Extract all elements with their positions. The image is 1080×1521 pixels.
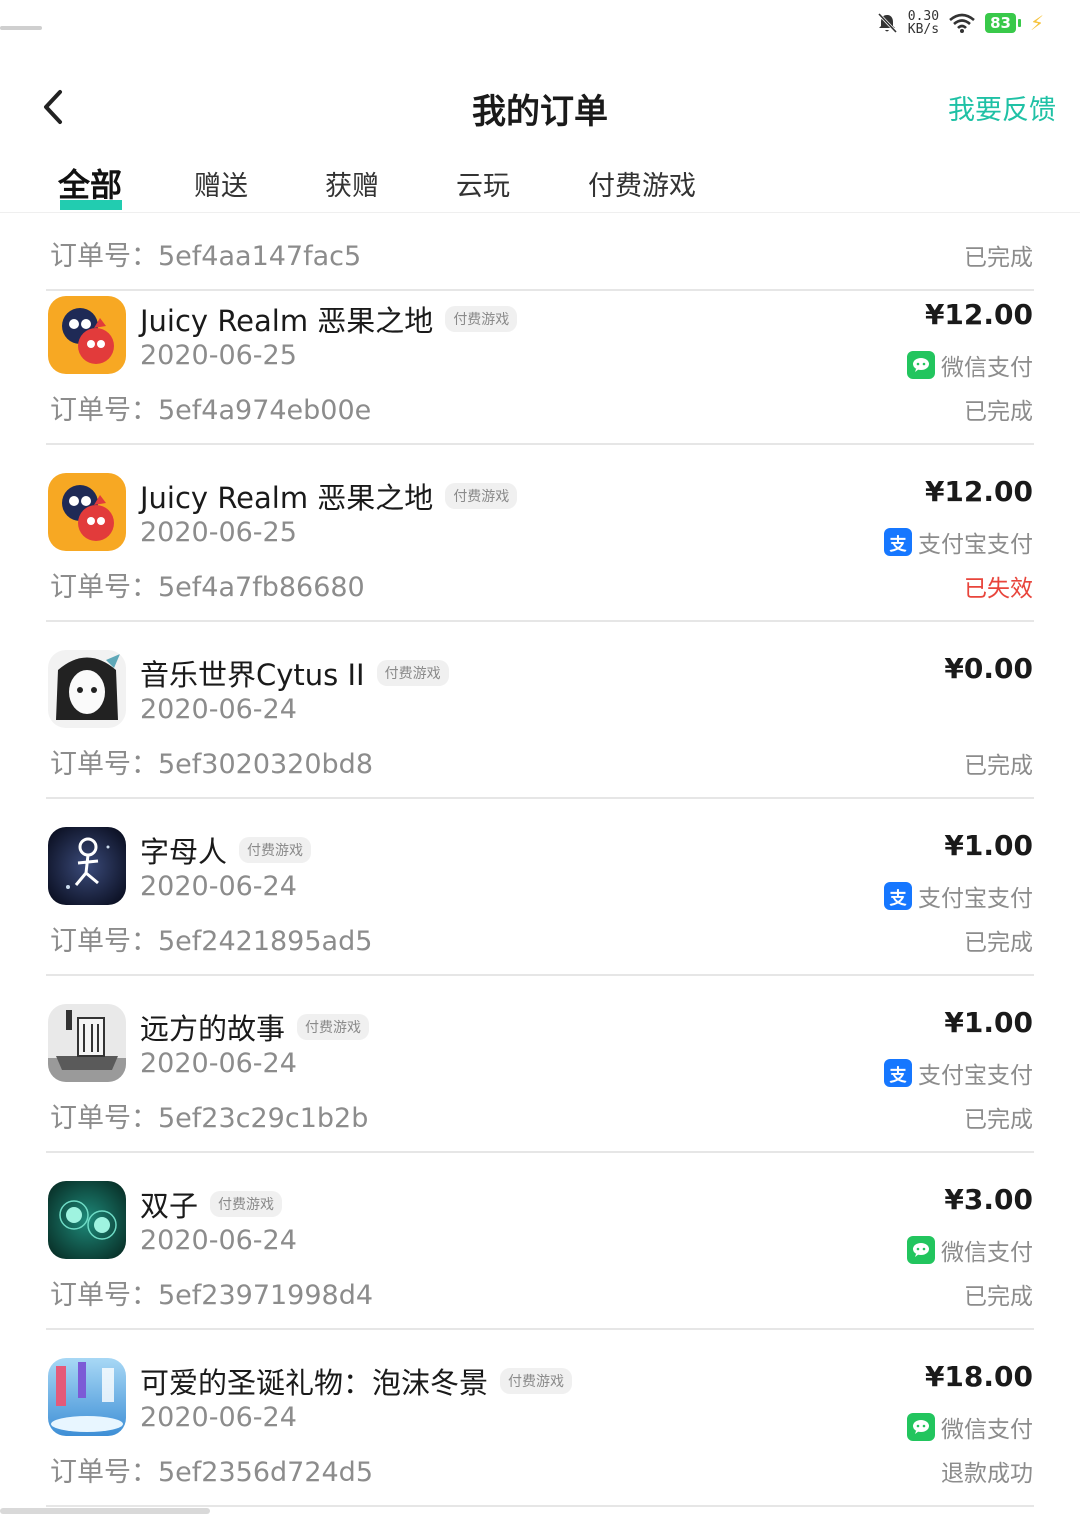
order-date: 2020-06-24 [140, 1048, 297, 1079]
paid-game-tag: 付费游戏 [297, 1014, 370, 1040]
order-number: 订单号：5ef23c29c1b2b [50, 1103, 369, 1134]
distant-story-icon [48, 1004, 126, 1082]
order-price: ¥12.00 [924, 475, 1033, 508]
order-date: 2020-06-24 [140, 1225, 297, 1256]
alipay-icon: 支 [884, 528, 912, 556]
order-number: 订单号：5ef2356d724d5 [50, 1457, 373, 1488]
order-status: 已完成 [964, 1284, 1033, 1310]
page-title: 我的订单 [472, 92, 608, 132]
paid-game-tag: 付费游戏 [210, 1191, 283, 1217]
order-item[interactable]: 音乐世界Cytus II 付费游戏 2020-06-24 订单号：5ef30203… [0, 622, 1080, 799]
order-status: 已完成 [964, 930, 1033, 956]
paid-game-tag: 付费游戏 [445, 483, 518, 509]
tab-bar: 全部 赠送 获赠 云玩 付费游戏 [0, 160, 1080, 214]
order-date: 2020-06-25 [140, 340, 297, 371]
page-header: 我的订单 我要反馈 [0, 70, 1080, 146]
order-number: 订单号：5ef4a7fb86680 [50, 572, 365, 603]
paid-game-tag: 付费游戏 [376, 660, 449, 686]
payment-method: 微信支付 [907, 348, 1033, 382]
status-bar-dash [0, 26, 42, 30]
tab-gift[interactable]: 赠送 [194, 164, 248, 203]
order-price: ¥1.00 [944, 829, 1033, 862]
gemini-icon [48, 1181, 126, 1259]
cytus-icon [48, 650, 126, 728]
paid-game-tag: 付费游戏 [445, 306, 518, 332]
wechat-icon [907, 1236, 935, 1264]
order-price: ¥0.00 [944, 652, 1033, 685]
order-price: ¥18.00 [924, 1360, 1033, 1393]
alphabet-man-icon [48, 827, 126, 905]
order-status: 已完成 [964, 1107, 1033, 1133]
order-price: ¥12.00 [924, 298, 1033, 331]
order-item[interactable]: 远方的故事 付费游戏 2020-06-24 订单号：5ef23c29c1b2b ¥… [0, 976, 1080, 1153]
home-indicator[interactable] [0, 1508, 210, 1514]
order-date: 2020-06-24 [140, 871, 297, 902]
order-item[interactable]: Juicy Realm 恶果之地 付费游戏 2020-06-25 订单号：5ef4… [0, 445, 1080, 622]
network-speed: 0.30 KB/s [908, 10, 939, 36]
paid-game-tag: 付费游戏 [500, 1368, 573, 1394]
juicy-realm-icon [48, 473, 126, 551]
order-list[interactable]: 订单号：5ef4aa147fac5 已完成 Juicy Realm 恶果之地 付费… [0, 212, 1080, 1521]
order-item[interactable]: 字母人 付费游戏 2020-06-24 订单号：5ef2421895ad5 ¥1.… [0, 799, 1080, 976]
wechat-icon [907, 351, 935, 379]
order-number: 订单号：5ef4a974eb00e [50, 395, 372, 426]
payment-method: 支 支付宝支付 [884, 879, 1033, 913]
order-date: 2020-06-24 [140, 1402, 297, 1433]
game-name: 远方的故事 付费游戏 [140, 1006, 370, 1048]
charging-bolt-icon: ⚡ [1029, 11, 1044, 35]
tab-received[interactable]: 获赠 [325, 164, 379, 203]
payment-method: 支 支付宝支付 [884, 1056, 1033, 1090]
order-date: 2020-06-25 [140, 517, 297, 548]
divider [46, 1505, 1034, 1507]
order-price: ¥1.00 [944, 1006, 1033, 1039]
feedback-link[interactable]: 我要反馈 [948, 88, 1056, 127]
order-status: 已失效 [964, 576, 1033, 602]
order-price: ¥3.00 [944, 1183, 1033, 1216]
payment-method: 微信支付 [907, 1233, 1033, 1267]
alipay-icon: 支 [884, 882, 912, 910]
order-item[interactable]: 可爱的圣诞礼物：泡沫冬景 付费游戏 2020-06-24 订单号：5ef2356d… [0, 1330, 1080, 1507]
battery-indicator: 83 [985, 13, 1021, 33]
order-date: 2020-06-24 [140, 694, 297, 725]
mute-bell-icon [877, 12, 897, 34]
tab-cloud-play[interactable]: 云玩 [456, 164, 510, 203]
tab-all[interactable]: 全部 [58, 160, 122, 206]
payment-method: 微信支付 [907, 1410, 1033, 1444]
wechat-icon [907, 1413, 935, 1441]
order-status: 已完成 [964, 245, 1033, 271]
network-speed-unit: KB/s [907, 22, 940, 37]
payment-method: 支 支付宝支付 [884, 525, 1033, 559]
order-number: 订单号：5ef3020320bd8 [50, 749, 373, 780]
order-number: 订单号：5ef23971998d4 [50, 1280, 374, 1311]
game-name: 双子 付费游戏 [140, 1183, 283, 1225]
order-status: 已完成 [964, 399, 1033, 425]
tab-paid-games[interactable]: 付费游戏 [588, 164, 696, 203]
order-number: 订单号：5ef2421895ad5 [50, 926, 373, 957]
game-name: 可爱的圣诞礼物：泡沫冬景 付费游戏 [140, 1360, 573, 1402]
game-name: Juicy Realm 恶果之地 付费游戏 [140, 475, 518, 517]
order-status: 已完成 [964, 753, 1033, 779]
status-bar: 0.30 KB/s 83 ⚡ [0, 0, 1080, 56]
paid-game-tag: 付费游戏 [239, 837, 312, 863]
game-name: 音乐世界Cytus II 付费游戏 [140, 652, 449, 694]
wifi-icon [949, 13, 975, 33]
order-status: 退款成功 [941, 1461, 1033, 1487]
game-name: 字母人 付费游戏 [140, 829, 312, 871]
game-name: Juicy Realm 恶果之地 付费游戏 [140, 298, 518, 340]
order-item[interactable]: Juicy Realm 恶果之地 付费游戏 2020-06-25 订单号：5ef4… [0, 268, 1080, 445]
juicy-realm-icon [48, 296, 126, 374]
status-icons: 0.30 KB/s 83 ⚡ [876, 10, 1044, 36]
christmas-gift-icon [48, 1358, 126, 1436]
order-item[interactable]: 双子 付费游戏 2020-06-24 订单号：5ef23971998d4 ¥3.0… [0, 1153, 1080, 1330]
alipay-icon: 支 [884, 1059, 912, 1087]
